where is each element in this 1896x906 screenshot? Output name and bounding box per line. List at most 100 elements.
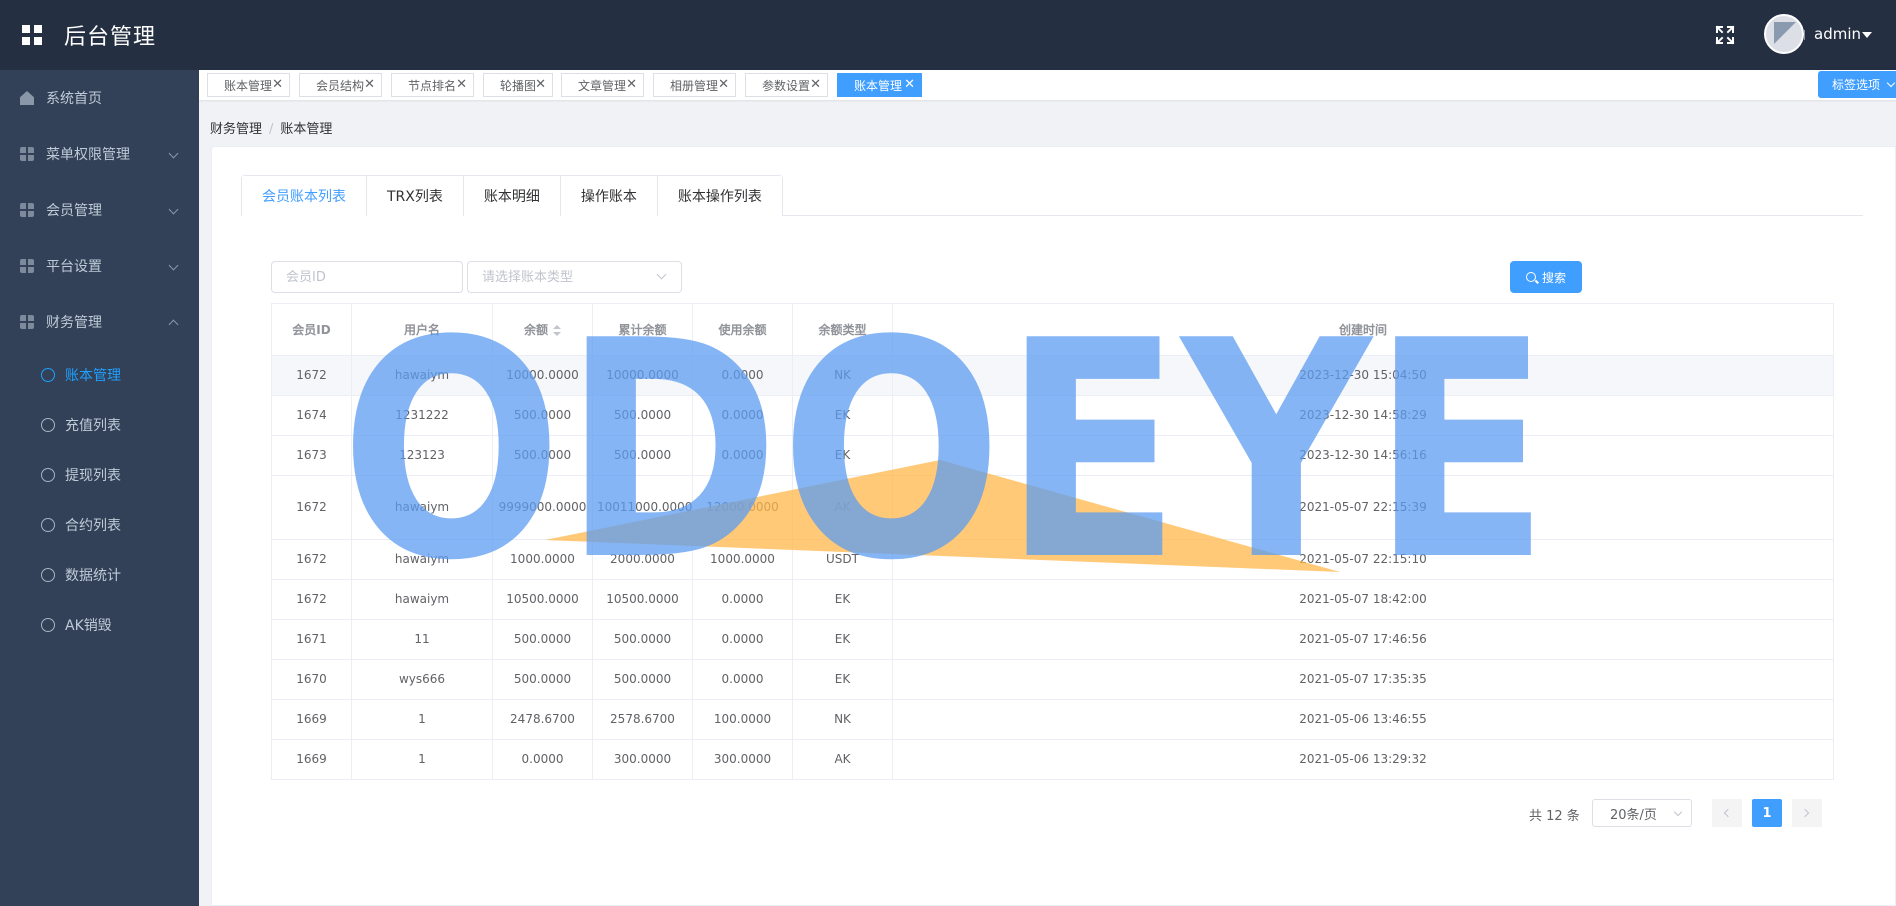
- cell-total-balance: 2000.0000: [592, 539, 693, 580]
- sidebar-subitem-contracts[interactable]: 合约列表: [0, 500, 199, 550]
- tag-item[interactable]: 轮播图 ✕: [483, 73, 553, 97]
- ledger-table: 会员ID 用户名 余额 累计余额 使用余额 余额类型 创建时间 1672 hawa…: [271, 303, 1834, 780]
- sidebar-subitem-label: 合约列表: [65, 518, 121, 534]
- sidebar-subitem-label: 充值列表: [65, 418, 121, 434]
- sidebar-item-label: 财务管理: [46, 315, 102, 331]
- tag-label: 相册管理: [670, 78, 719, 93]
- tag-item[interactable]: 账本管理 ✕: [207, 73, 290, 97]
- prev-page-button[interactable]: [1712, 799, 1742, 827]
- chevron-down-icon: [168, 204, 179, 215]
- grid-menu-icon[interactable]: [22, 25, 42, 45]
- page-size-select[interactable]: 20条/页: [1592, 799, 1692, 827]
- cell-balance-type: EK: [792, 619, 893, 660]
- fullscreen-icon[interactable]: [1714, 24, 1736, 46]
- cell-created-time: 2021-05-07 22:15:10: [892, 539, 1834, 580]
- cell-username: 1231222: [351, 395, 493, 436]
- tab-trx-list[interactable]: TRX列表: [366, 176, 463, 216]
- sidebar-subitem-label: 账本管理: [65, 368, 121, 384]
- close-icon[interactable]: ✕: [626, 77, 637, 92]
- cell-total-balance: 10011000.0000: [592, 475, 693, 540]
- tag-item[interactable]: 相册管理 ✕: [653, 73, 736, 97]
- cell-created-time: 2023-12-30 14:58:29: [892, 395, 1834, 436]
- tag-item-active[interactable]: 账本管理 ✕: [837, 73, 922, 97]
- cell-balance: 9999000.0000: [492, 475, 593, 540]
- close-icon[interactable]: ✕: [535, 77, 546, 92]
- col-balance-label: 余额: [523, 323, 548, 337]
- tags-bar: 账本管理 ✕ 会员结构 ✕ 节点排名 ✕ 轮播图 ✕ 文章管理 ✕ 相册管理 ✕ 参数设置 ✕…: [199, 70, 1896, 100]
- cell-balance-type: EK: [792, 579, 893, 620]
- cell-username: hawaiym: [351, 579, 493, 620]
- table-row[interactable]: 1673 123123 500.0000 500.0000 0.0000 EK 2023-1…: [271, 435, 1834, 476]
- next-page-button[interactable]: [1792, 799, 1822, 827]
- col-total-balance: 累计余额: [592, 303, 693, 356]
- grid-icon: [20, 315, 34, 329]
- cell-member-id: 1672: [271, 475, 352, 540]
- sidebar-item-menu-permissions[interactable]: 菜单权限管理: [0, 126, 199, 182]
- cell-member-id: 1669: [271, 699, 352, 740]
- ledger-type-select[interactable]: [467, 261, 682, 293]
- page-number[interactable]: 1: [1752, 799, 1782, 827]
- sidebar-item-home[interactable]: 系统首页: [0, 70, 199, 126]
- tab-member-ledger-list[interactable]: 会员账本列表: [242, 176, 366, 216]
- tag-item[interactable]: 会员结构 ✕: [299, 73, 382, 97]
- close-icon[interactable]: ✕: [364, 77, 375, 92]
- col-used-balance: 使用余额: [692, 303, 793, 356]
- chevron-down-icon: [1673, 807, 1683, 817]
- sidebar-subitem-label: 提现列表: [65, 468, 121, 484]
- sidebar-item-finance[interactable]: 财务管理: [0, 294, 199, 350]
- cell-total-balance: 300.0000: [592, 739, 693, 780]
- tag-options-button[interactable]: 标签选项: [1818, 71, 1896, 98]
- sidebar-item-platform-settings[interactable]: 平台设置: [0, 238, 199, 294]
- close-icon[interactable]: ✕: [810, 77, 821, 92]
- sidebar-subitem-recharge[interactable]: 充值列表: [0, 400, 199, 450]
- sidebar-item-label: 菜单权限管理: [46, 147, 130, 163]
- close-icon[interactable]: ✕: [718, 77, 729, 92]
- table-row[interactable]: 1672 hawaiym 10500.0000 10500.0000 0.0000 EK 2…: [271, 579, 1834, 620]
- sidebar-subitem-ledger[interactable]: 账本管理: [0, 350, 199, 400]
- table-row[interactable]: 1669 1 2478.6700 2578.6700 100.0000 NK 2021-05…: [271, 699, 1834, 740]
- tag-label: 参数设置: [762, 78, 811, 93]
- top-header: 后台管理: [0, 0, 1896, 70]
- user-name[interactable]: admin: [1814, 25, 1861, 43]
- cell-used-balance: 1000.0000: [692, 539, 793, 580]
- tag-item[interactable]: 参数设置 ✕: [745, 73, 828, 97]
- breadcrumb-parent[interactable]: 财务管理: [210, 122, 262, 137]
- close-icon[interactable]: ✕: [904, 77, 915, 92]
- cell-created-time: 2021-05-06 13:46:55: [892, 699, 1834, 740]
- table-row[interactable]: 1672 hawaiym 9999000.0000 10011000.0000 1200…: [271, 475, 1834, 540]
- table-row[interactable]: 1674 1231222 500.0000 500.0000 0.0000 EK 2023-…: [271, 395, 1834, 436]
- table-row[interactable]: 1672 hawaiym 1000.0000 2000.0000 1000.0000 US…: [271, 539, 1834, 580]
- tag-label: 文章管理: [578, 78, 627, 93]
- caret-down-icon[interactable]: [1862, 32, 1872, 38]
- cell-created-time: 2021-05-06 13:29:32: [892, 739, 1834, 780]
- sidebar-subitem-withdraw[interactable]: 提现列表: [0, 450, 199, 500]
- sidebar-item-members[interactable]: 会员管理: [0, 182, 199, 238]
- sidebar-subitem-statistics[interactable]: 数据统计: [0, 550, 199, 600]
- cell-member-id: 1670: [271, 659, 352, 700]
- grid-icon: [20, 203, 34, 217]
- sidebar-subitem-ak-burn[interactable]: AK销毁: [0, 600, 199, 650]
- tab-operate-ledger[interactable]: 操作账本: [559, 176, 657, 216]
- table-row[interactable]: 1669 1 0.0000 300.0000 300.0000 AK 2021-05-06 …: [271, 739, 1834, 780]
- table-row[interactable]: 1671 11 500.0000 500.0000 0.0000 EK 2021-05-07…: [271, 619, 1834, 660]
- circle-icon: [41, 568, 55, 582]
- tag-item[interactable]: 文章管理 ✕: [561, 73, 644, 97]
- cell-member-id: 1674: [271, 395, 352, 436]
- col-balance[interactable]: 余额: [492, 303, 593, 356]
- member-id-input[interactable]: [271, 261, 463, 293]
- cell-member-id: 1671: [271, 619, 352, 660]
- cell-member-id: 1672: [271, 355, 352, 396]
- avatar[interactable]: [1764, 14, 1804, 54]
- close-icon[interactable]: ✕: [272, 77, 283, 92]
- close-icon[interactable]: ✕: [456, 77, 467, 92]
- search-button[interactable]: 搜索: [1510, 261, 1582, 293]
- sidebar-item-label: 会员管理: [46, 203, 102, 219]
- sort-icon[interactable]: [553, 324, 561, 337]
- table-row[interactable]: 1672 hawaiym 10000.0000 10000.0000 0.0000 NK 2…: [271, 355, 1834, 396]
- tag-label: 会员结构: [316, 78, 365, 93]
- col-member-id: 会员ID: [271, 303, 352, 356]
- tab-ledger-details[interactable]: 账本明细: [462, 176, 560, 216]
- table-row[interactable]: 1670 wys666 500.0000 500.0000 0.0000 EK 2021-0…: [271, 659, 1834, 700]
- tab-ledger-operation-list[interactable]: 账本操作列表: [656, 176, 782, 216]
- tag-item[interactable]: 节点排名 ✕: [391, 73, 474, 97]
